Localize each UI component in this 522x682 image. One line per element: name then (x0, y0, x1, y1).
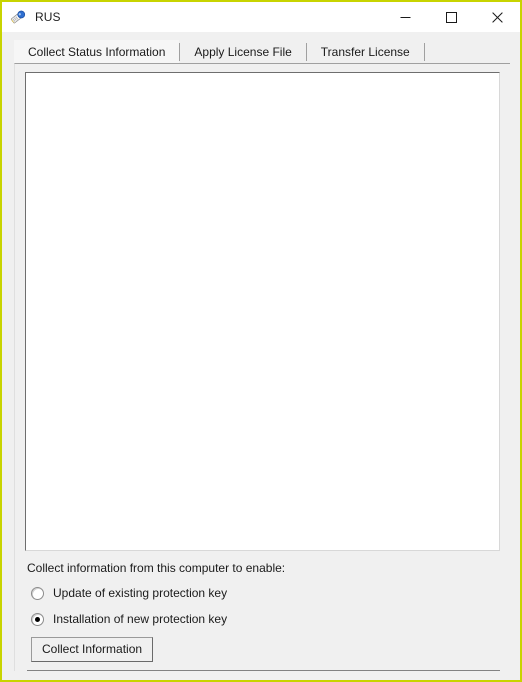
tab-page-collect-status-information: Collect information from this computer t… (14, 63, 510, 671)
maximize-icon (445, 11, 457, 23)
radio-label: Installation of new protection key (53, 612, 228, 626)
minimize-icon (400, 16, 410, 18)
maximize-button[interactable] (428, 2, 474, 32)
tab-collect-status-information[interactable]: Collect Status Information (14, 40, 180, 63)
collect-options-panel: Collect information from this computer t… (15, 551, 510, 662)
radio-installation-of-new-protection-key[interactable]: Installation of new protection key (31, 609, 500, 629)
close-icon (491, 11, 503, 23)
window-title: RUS (35, 10, 61, 24)
client-area: Collect Status Information Apply License… (2, 32, 520, 680)
rus-window: RUS Collect Status Information Apply Lic… (0, 0, 522, 682)
tab-label: Collect Status Information (28, 44, 166, 59)
status-output-textarea[interactable] (26, 73, 499, 550)
tab-apply-license-file[interactable]: Apply License File (180, 40, 306, 63)
collect-information-button[interactable]: Collect Information (31, 637, 154, 662)
minimize-button[interactable] (382, 2, 428, 32)
radio-label: Update of existing protection key (53, 586, 228, 600)
window-controls (382, 2, 520, 32)
radio-update-existing-protection-key[interactable]: Update of existing protection key (31, 583, 500, 603)
bottom-divider (27, 670, 500, 671)
radio-indicator-icon (31, 586, 44, 600)
tab-label: Apply License File (194, 44, 292, 59)
action-row: Collect Information (31, 637, 500, 662)
collect-prompt-label: Collect information from this computer t… (27, 561, 286, 575)
status-bar (2, 671, 520, 680)
status-output-area (25, 72, 500, 551)
radio-indicator-icon (31, 612, 44, 626)
title-bar[interactable]: RUS (2, 2, 520, 32)
protection-key-icon (9, 8, 27, 26)
tab-transfer-license[interactable]: Transfer License (306, 40, 424, 63)
tab-strip: Collect Status Information Apply License… (14, 40, 520, 63)
tab-label: Transfer License (320, 44, 410, 59)
tab-separator (423, 43, 425, 61)
close-button[interactable] (474, 2, 520, 32)
